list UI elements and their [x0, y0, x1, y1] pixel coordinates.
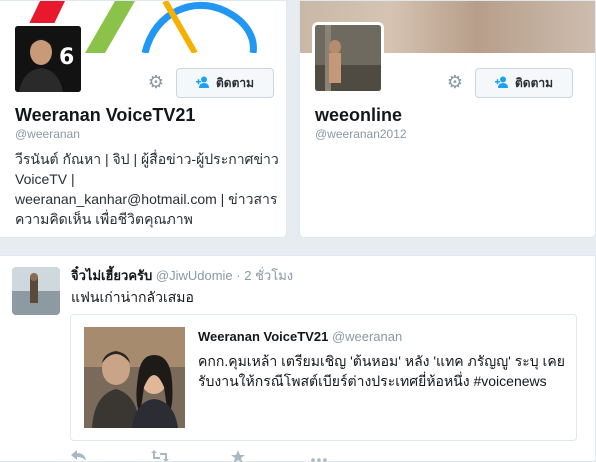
profile-name[interactable]: weeonline	[315, 105, 402, 126]
quoted-text-line: รับงานให้กรณีโพสต์เบียร์ต่างประเทศยี่ห้อ…	[198, 373, 547, 389]
avatar-badge: 6 YEAR	[59, 45, 81, 70]
more-icon[interactable]	[311, 450, 391, 462]
follow-label: ติดตาม	[215, 75, 255, 90]
quoted-tweet-text: คกก.คุมเหล้า เตรียมเชิญ 'ต้นหอม' หลัง 'แ…	[198, 351, 566, 391]
avatar[interactable]	[12, 267, 60, 315]
tweet-header: จิ๋วไม่เฮี้ยวครับ @JiwUdomie · 2 ชั่วโมง	[71, 265, 293, 286]
retweet-icon[interactable]	[151, 450, 231, 462]
bio-line: ความคิดเห็น เพื่อชีวิตคุณภาพ	[15, 211, 193, 227]
profile-handle[interactable]: @weeranan	[15, 127, 80, 141]
add-user-icon	[195, 76, 210, 91]
gear-icon[interactable]: ⚙	[147, 73, 165, 91]
follow-label: ติดตาม	[514, 75, 554, 90]
gear-icon[interactable]: ⚙	[446, 73, 464, 91]
profile-bio: วีรนันต์ กัณหา | จิป | ผู้สื่อข่าว-ผู้ปร…	[15, 149, 281, 229]
add-user-icon	[494, 76, 509, 91]
follow-button[interactable]: ติดตาม	[176, 68, 274, 98]
profile-name[interactable]: Weeranan VoiceTV21	[15, 105, 195, 126]
quoted-author-name: Weeranan VoiceTV21	[198, 329, 329, 344]
bio-line: VoiceTV |	[15, 171, 75, 187]
reply-icon[interactable]	[71, 450, 151, 462]
quoted-author-handle: @weeranan	[331, 329, 403, 344]
star-icon[interactable]	[231, 450, 311, 462]
profile-card-weeranan[interactable]: 6 YEAR ⚙ ติดตาม Weeranan VoiceTV21 @weer…	[0, 0, 287, 238]
quoted-tweet[interactable]: Weeranan VoiceTV21 @weeranan คกก.คุมเหล้…	[70, 314, 577, 441]
profile-card-weeonline[interactable]: ⚙ ติดตาม weeonline @weeranan2012	[299, 0, 596, 238]
avatar[interactable]: 6 YEAR	[12, 23, 84, 95]
separator: ·	[236, 268, 241, 283]
quoted-tweet-image[interactable]	[84, 327, 185, 428]
follow-button[interactable]: ติดตาม	[475, 68, 573, 98]
bio-line: วีรนันต์ กัณหา | จิป | ผู้สื่อข่าว-ผู้ปร…	[15, 151, 279, 167]
tweet-actions	[71, 450, 391, 462]
tweet-author-handle[interactable]: @JiwUdomie	[156, 268, 233, 283]
tweet[interactable]: จิ๋วไม่เฮี้ยวครับ @JiwUdomie · 2 ชั่วโมง…	[0, 255, 596, 462]
avatar[interactable]	[312, 22, 384, 94]
bio-line: weeranan_kanhar@hotmail.com | ข่าวสาร	[15, 191, 278, 207]
tweet-author-name[interactable]: จิ๋วไม่เฮี้ยวครับ	[71, 268, 152, 283]
profile-handle[interactable]: @weeranan2012	[315, 127, 407, 141]
tweet-timestamp[interactable]: 2 ชั่วโมง	[244, 268, 293, 283]
quoted-text-line: คกก.คุมเหล้า เตรียมเชิญ 'ต้นหอม' หลัง 'แ…	[198, 353, 565, 369]
quoted-tweet-header: Weeranan VoiceTV21 @weeranan	[198, 329, 402, 344]
tweet-text: แฟนเก่าน่ากลัวเสมอ	[71, 289, 194, 305]
